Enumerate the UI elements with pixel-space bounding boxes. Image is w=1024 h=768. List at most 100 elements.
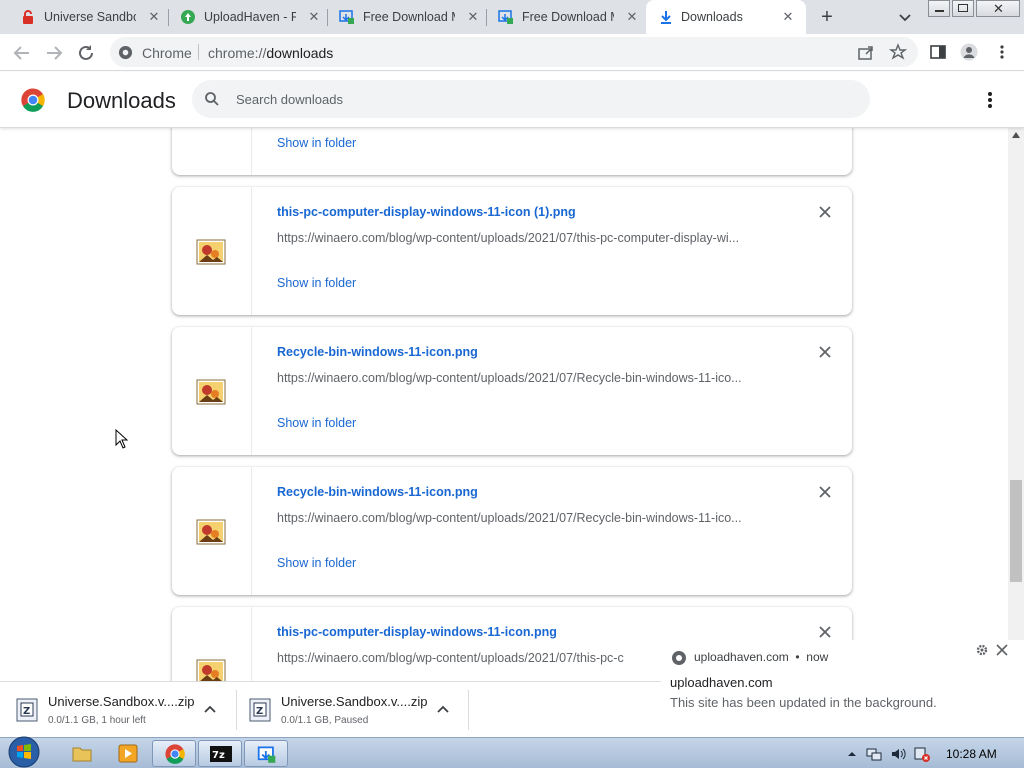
omnibox-chrome-label: Chrome [142, 45, 192, 61]
show-in-folder-link[interactable]: Show in folder [277, 136, 356, 150]
omnibox-url[interactable]: chrome://downloads [208, 45, 333, 61]
notification-title: uploadhaven.com [670, 675, 773, 690]
action-center-alert-icon[interactable] [914, 746, 930, 762]
forward-arrow-icon[interactable] [43, 42, 65, 64]
taskbar-chrome-button[interactable] [152, 740, 196, 767]
taskbar-fdm-button[interactable] [244, 740, 288, 767]
remove-from-list-close-icon[interactable] [818, 345, 832, 359]
chevron-up-icon[interactable] [204, 704, 216, 714]
profile-avatar-icon[interactable] [960, 43, 978, 61]
browser-toolbar: Chrome chrome://downloads [0, 34, 1024, 71]
red-lock-icon [23, 10, 33, 24]
notification-dot: • [795, 650, 800, 664]
download-filename-link[interactable]: Recycle-bin-windows-11-icon.png [277, 345, 478, 359]
7zip-icon: 7z [210, 746, 232, 762]
folder-icon [72, 747, 92, 762]
tab-label: UploadHaven - Fi [204, 10, 296, 24]
card-icon-column [172, 187, 252, 315]
omnibox-divider [198, 44, 199, 60]
remove-from-list-close-icon[interactable] [818, 205, 832, 219]
fdm-icon [339, 10, 354, 24]
reload-icon[interactable] [75, 42, 97, 64]
close-icon[interactable]: ✕ [780, 9, 796, 25]
volume-icon[interactable] [890, 746, 906, 762]
network-icon[interactable] [866, 746, 882, 762]
tab-strip: Universe Sandbox ✕ UploadHaven - Fi ✕ Fr… [0, 0, 1024, 34]
card-icon-column [172, 128, 252, 175]
search-icon [205, 92, 219, 106]
scroll-up-arrow-icon[interactable] [1012, 132, 1020, 138]
bookmark-star-icon[interactable] [889, 43, 907, 61]
show-in-folder-link[interactable]: Show in folder [277, 276, 356, 290]
taskbar-clock[interactable]: 10:28 AM [946, 747, 997, 761]
zip-archive-icon: Z [16, 698, 38, 722]
tab-label: Universe Sandbox [44, 10, 136, 24]
download-card: Recycle-bin-windows-11-icon.png https://… [172, 327, 852, 455]
chevron-down-icon[interactable] [896, 8, 914, 26]
image-file-icon [196, 379, 226, 405]
image-file-icon [196, 659, 226, 681]
shelf-download-item[interactable]: Z Universe.Sandbox.v....zip 0.0/1.1 GB, … [0, 688, 232, 732]
taskbar-explorer-button[interactable] [60, 740, 104, 767]
download-url: https://winaero.com/blog/wp-content/uplo… [277, 651, 624, 665]
chevron-up-icon[interactable] [437, 704, 449, 714]
tray-expand-arrow-icon[interactable] [844, 746, 860, 762]
svg-text:Z: Z [23, 706, 30, 717]
download-icon [661, 11, 671, 24]
page-title: Downloads [67, 88, 176, 113]
scrollbar-thumb[interactable] [1010, 480, 1022, 582]
fdm-icon [257, 746, 276, 763]
tab-universe-sandbox[interactable]: Universe Sandbox ✕ [0, 0, 168, 34]
tab-downloads[interactable]: Downloads ✕ [646, 0, 806, 34]
download-filename-link[interactable]: Recycle-bin-windows-11-icon.png [277, 485, 478, 499]
minimize-button[interactable] [928, 0, 950, 17]
page-scrollbar[interactable] [1008, 128, 1024, 681]
remove-from-list-close-icon[interactable] [818, 485, 832, 499]
close-icon[interactable]: ✕ [624, 9, 640, 25]
chrome-icon [165, 744, 185, 764]
close-icon[interactable] [996, 644, 1008, 656]
shelf-download-item[interactable]: Z Universe.Sandbox.v....zip 0.0/1.1 GB, … [233, 688, 465, 732]
window-close-button[interactable]: ✕ [976, 0, 1020, 17]
card-icon-column [172, 327, 252, 455]
taskbar-media-player-button[interactable] [106, 740, 150, 767]
tab-free-download-manager-2[interactable]: Free Download M ✕ [478, 0, 646, 34]
address-bar[interactable]: Chrome chrome://downloads [110, 37, 918, 67]
chrome-icon [672, 651, 686, 665]
download-url: https://winaero.com/blog/wp-content/uplo… [277, 511, 742, 525]
shelf-status: 0.0/1.1 GB, 1 hour left [48, 715, 146, 726]
download-card: this-pc-computer-display-windows-11-icon… [172, 187, 852, 315]
card-icon-column [172, 467, 252, 595]
new-tab-button[interactable]: + [816, 6, 838, 28]
restore-button[interactable] [952, 0, 974, 17]
notification-time: now [806, 650, 829, 664]
download-filename-link[interactable]: this-pc-computer-display-windows-11-icon… [277, 625, 557, 639]
download-card: Recycle-bin-windows-11-icon.png https://… [172, 467, 852, 595]
side-panel-icon[interactable] [929, 43, 947, 61]
shelf-filename: Universe.Sandbox.v....zip [48, 694, 195, 709]
uploadhaven-icon [181, 10, 195, 24]
back-arrow-icon[interactable] [11, 42, 33, 64]
more-actions-kebab-icon[interactable] [980, 90, 1000, 110]
show-in-folder-link[interactable]: Show in folder [277, 416, 356, 430]
gear-icon[interactable] [976, 644, 988, 656]
tab-uploadhaven[interactable]: UploadHaven - Fi ✕ [160, 0, 328, 34]
show-in-folder-link[interactable]: Show in folder [277, 556, 356, 570]
notification-body: This site has been updated in the backgr… [670, 695, 937, 710]
search-input[interactable] [236, 89, 836, 109]
chrome-logo-icon [21, 88, 45, 112]
downloads-list: Show in folder this-pc-computer-display-… [0, 128, 1008, 681]
share-icon[interactable] [857, 43, 875, 61]
remove-from-list-close-icon[interactable] [818, 625, 832, 639]
site-notification-popup[interactable]: uploadhaven.com • now uploadhaven.com Th… [661, 640, 1024, 738]
tab-label: Downloads [681, 10, 743, 24]
menu-kebab-icon[interactable] [993, 43, 1011, 61]
windows-start-orb-icon[interactable] [6, 735, 42, 768]
fdm-icon [498, 10, 513, 24]
svg-text:Z: Z [256, 706, 263, 717]
tab-free-download-manager-1[interactable]: Free Download M ✕ [319, 0, 487, 34]
taskbar-7zip-button[interactable]: 7z [198, 740, 242, 767]
download-filename-link[interactable]: this-pc-computer-display-windows-11-icon… [277, 205, 576, 219]
windows-taskbar: 7z 10:28 AM [0, 735, 1024, 768]
search-downloads-box[interactable] [192, 80, 870, 118]
